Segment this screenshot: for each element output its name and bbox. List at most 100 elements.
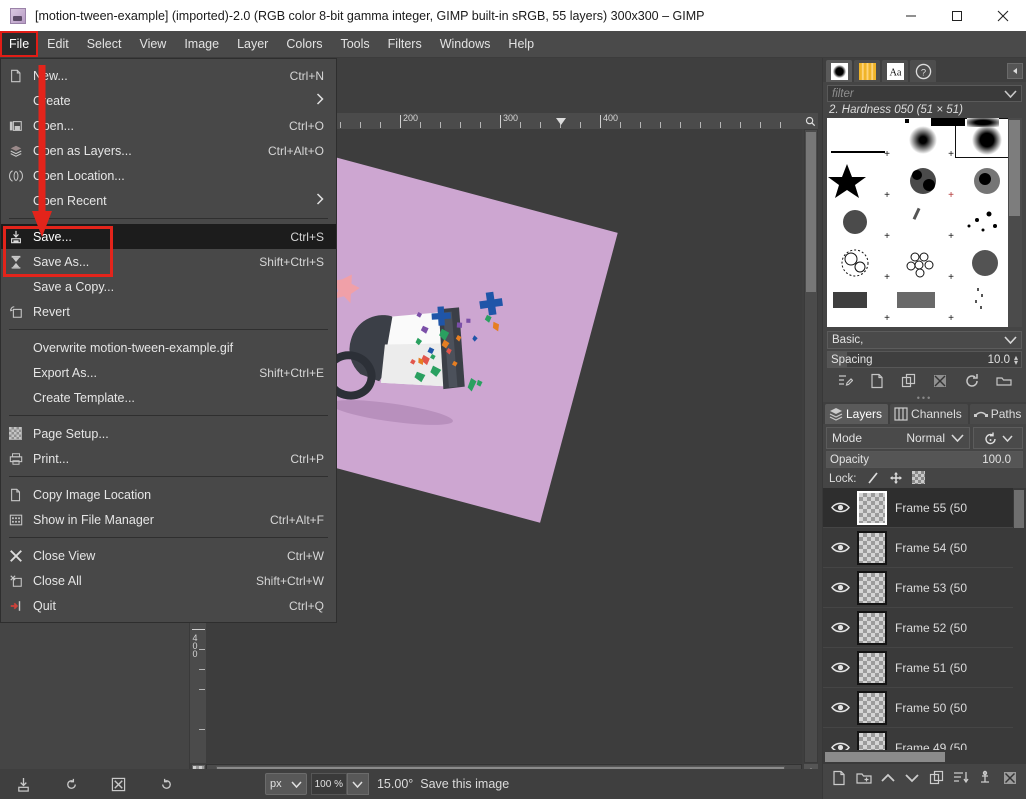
menu-filters[interactable]: Filters [379,31,431,57]
layer-row[interactable]: Frame 53 (50 [823,568,1013,608]
layer-opacity-slider[interactable]: Opacity 100.0 ▴▾ [826,451,1023,468]
menuitem-save-a-copy[interactable]: Save a Copy... [1,274,336,299]
maximize-button[interactable] [934,0,980,31]
menu-view[interactable]: View [130,31,175,57]
dock-separator-grip[interactable]: ••• [823,394,1026,402]
menuitem-quit[interactable]: Quit Ctrl+Q [1,593,336,618]
layer-row[interactable]: Frame 55 (50 [823,488,1013,528]
menu-tools[interactable]: Tools [331,31,378,57]
menu-colors[interactable]: Colors [277,31,331,57]
new-layer-group-icon[interactable] [854,768,874,788]
lower-layer-icon[interactable] [902,768,922,788]
raise-layer-icon[interactable] [878,768,898,788]
scrollbar-thumb[interactable] [1009,120,1020,216]
file-menu-popup[interactable]: New... Ctrl+N Create Open... Ctrl+O Open… [0,58,337,623]
brush-cell[interactable]: + [827,241,891,282]
brush-cell[interactable]: + [891,159,955,200]
menuitem-open[interactable]: Open... Ctrl+O [1,113,336,138]
scrollbar-thumb[interactable] [825,752,945,762]
tab-layers[interactable]: Layers [825,404,888,424]
brush-cell[interactable]: + [827,200,891,241]
scrollbar-thumb[interactable] [806,132,816,292]
brush-cell[interactable]: + [827,118,891,159]
minimize-button[interactable] [888,0,934,31]
open-brush-folder-icon[interactable] [994,371,1014,391]
menu-help[interactable]: Help [499,31,543,57]
fonts-tab[interactable]: Aa [882,60,908,82]
menuitem-open-location[interactable]: Open Location... [1,163,336,188]
close-button[interactable] [980,0,1026,31]
save-tool-options-icon[interactable] [13,773,35,795]
menuitem-revert[interactable]: Revert [1,299,336,324]
layers-list[interactable]: Frame 55 (50 Frame 54 (50 Frame 53 (50 [823,488,1026,750]
layer-row[interactable]: Frame 50 (50 [823,688,1013,728]
help-tab[interactable]: ? [910,60,936,82]
lock-position-icon[interactable] [889,471,903,488]
menu-select[interactable]: Select [78,31,131,57]
layer-visibility-icon[interactable] [823,701,857,714]
brushes-tab[interactable] [826,60,852,82]
delete-layer-icon[interactable] [1000,768,1020,788]
restore-tool-options-icon[interactable] [60,773,82,795]
brush-cell[interactable]: + [891,241,955,282]
brush-spacing-stepper[interactable]: ▴▾ [1014,355,1018,365]
layer-row[interactable]: Frame 54 (50 [823,528,1013,568]
menuitem-copy-image-location[interactable]: Copy Image Location [1,482,336,507]
unit-selector[interactable]: px [265,773,307,795]
layer-visibility-icon[interactable] [823,661,857,674]
menuitem-new[interactable]: New... Ctrl+N [1,63,336,88]
tab-paths[interactable]: Paths [970,404,1026,424]
layer-row[interactable]: Frame 51 (50 [823,648,1013,688]
scrollbar-thumb[interactable] [1014,490,1024,528]
layer-mode-selector[interactable]: Mode Normal [826,427,970,449]
reset-tool-options-icon[interactable] [155,773,177,795]
menuitem-save[interactable]: Save... Ctrl+S [1,224,336,249]
menuitem-save-as[interactable]: Save As... Shift+Ctrl+S [1,249,336,274]
brush-cell[interactable]: + [891,282,955,323]
brush-grid[interactable]: + + + + + [827,118,1022,327]
duplicate-layer-icon[interactable] [927,768,947,788]
menu-layer[interactable]: Layer [228,31,277,57]
layer-visibility-icon[interactable] [823,621,857,634]
canvas-vertical-scrollbar[interactable] [804,129,818,763]
brush-grid-cells[interactable]: + + + + + [827,118,1008,327]
menuitem-close-all[interactable]: Close All Shift+Ctrl+W [1,568,336,593]
zoom-dropdown-button[interactable] [347,773,369,795]
brush-cell[interactable]: + [891,200,955,241]
lock-alpha-icon[interactable] [912,471,925,487]
menuitem-create-template[interactable]: Create Template... [1,385,336,410]
delete-brush-icon[interactable] [930,371,950,391]
new-layer-icon[interactable] [829,768,849,788]
layers-list-rows[interactable]: Frame 55 (50 Frame 54 (50 Frame 53 (50 [823,488,1013,750]
brush-cell[interactable] [931,118,965,126]
menuitem-print[interactable]: Print... Ctrl+P [1,446,336,471]
menuitem-export-as[interactable]: Export As... Shift+Ctrl+E [1,360,336,385]
brush-spacing-slider[interactable]: Spacing 10.0 ▴▾ [827,351,1022,368]
zoom-image-button[interactable] [802,113,818,129]
menuitem-close-view[interactable]: Close View Ctrl+W [1,543,336,568]
brush-cell[interactable] [967,118,999,127]
brush-filter-input[interactable]: filter [827,85,1022,102]
brush-cell[interactable]: + [827,159,891,200]
layer-row[interactable]: Frame 49 (50 [823,728,1013,750]
menuitem-open-recent[interactable]: Open Recent [1,188,336,213]
brush-preset-selector[interactable]: Basic, [827,331,1022,349]
menuitem-show-in-file-manager[interactable]: Show in File Manager Ctrl+Alt+F [1,507,336,532]
merge-down-icon[interactable] [951,768,971,788]
layer-blend-space-selector[interactable] [973,427,1023,449]
lock-pixels-icon[interactable] [866,471,880,488]
refresh-brushes-icon[interactable] [962,371,982,391]
brush-cell[interactable]: + [827,282,891,323]
menu-edit[interactable]: Edit [38,31,78,57]
menuitem-overwrite[interactable]: Overwrite motion-tween-example.gif [1,335,336,360]
zoom-entry[interactable]: 100 % [311,773,347,795]
brush-cell[interactable] [905,119,909,123]
new-brush-icon[interactable] [867,371,887,391]
anchor-layer-icon[interactable] [975,768,995,788]
layer-visibility-icon[interactable] [823,581,857,594]
duplicate-brush-icon[interactable] [899,371,919,391]
menu-image[interactable]: Image [175,31,228,57]
patterns-tab[interactable] [854,60,880,82]
dock-menu-button[interactable] [1007,63,1023,79]
menu-windows[interactable]: Windows [431,31,500,57]
